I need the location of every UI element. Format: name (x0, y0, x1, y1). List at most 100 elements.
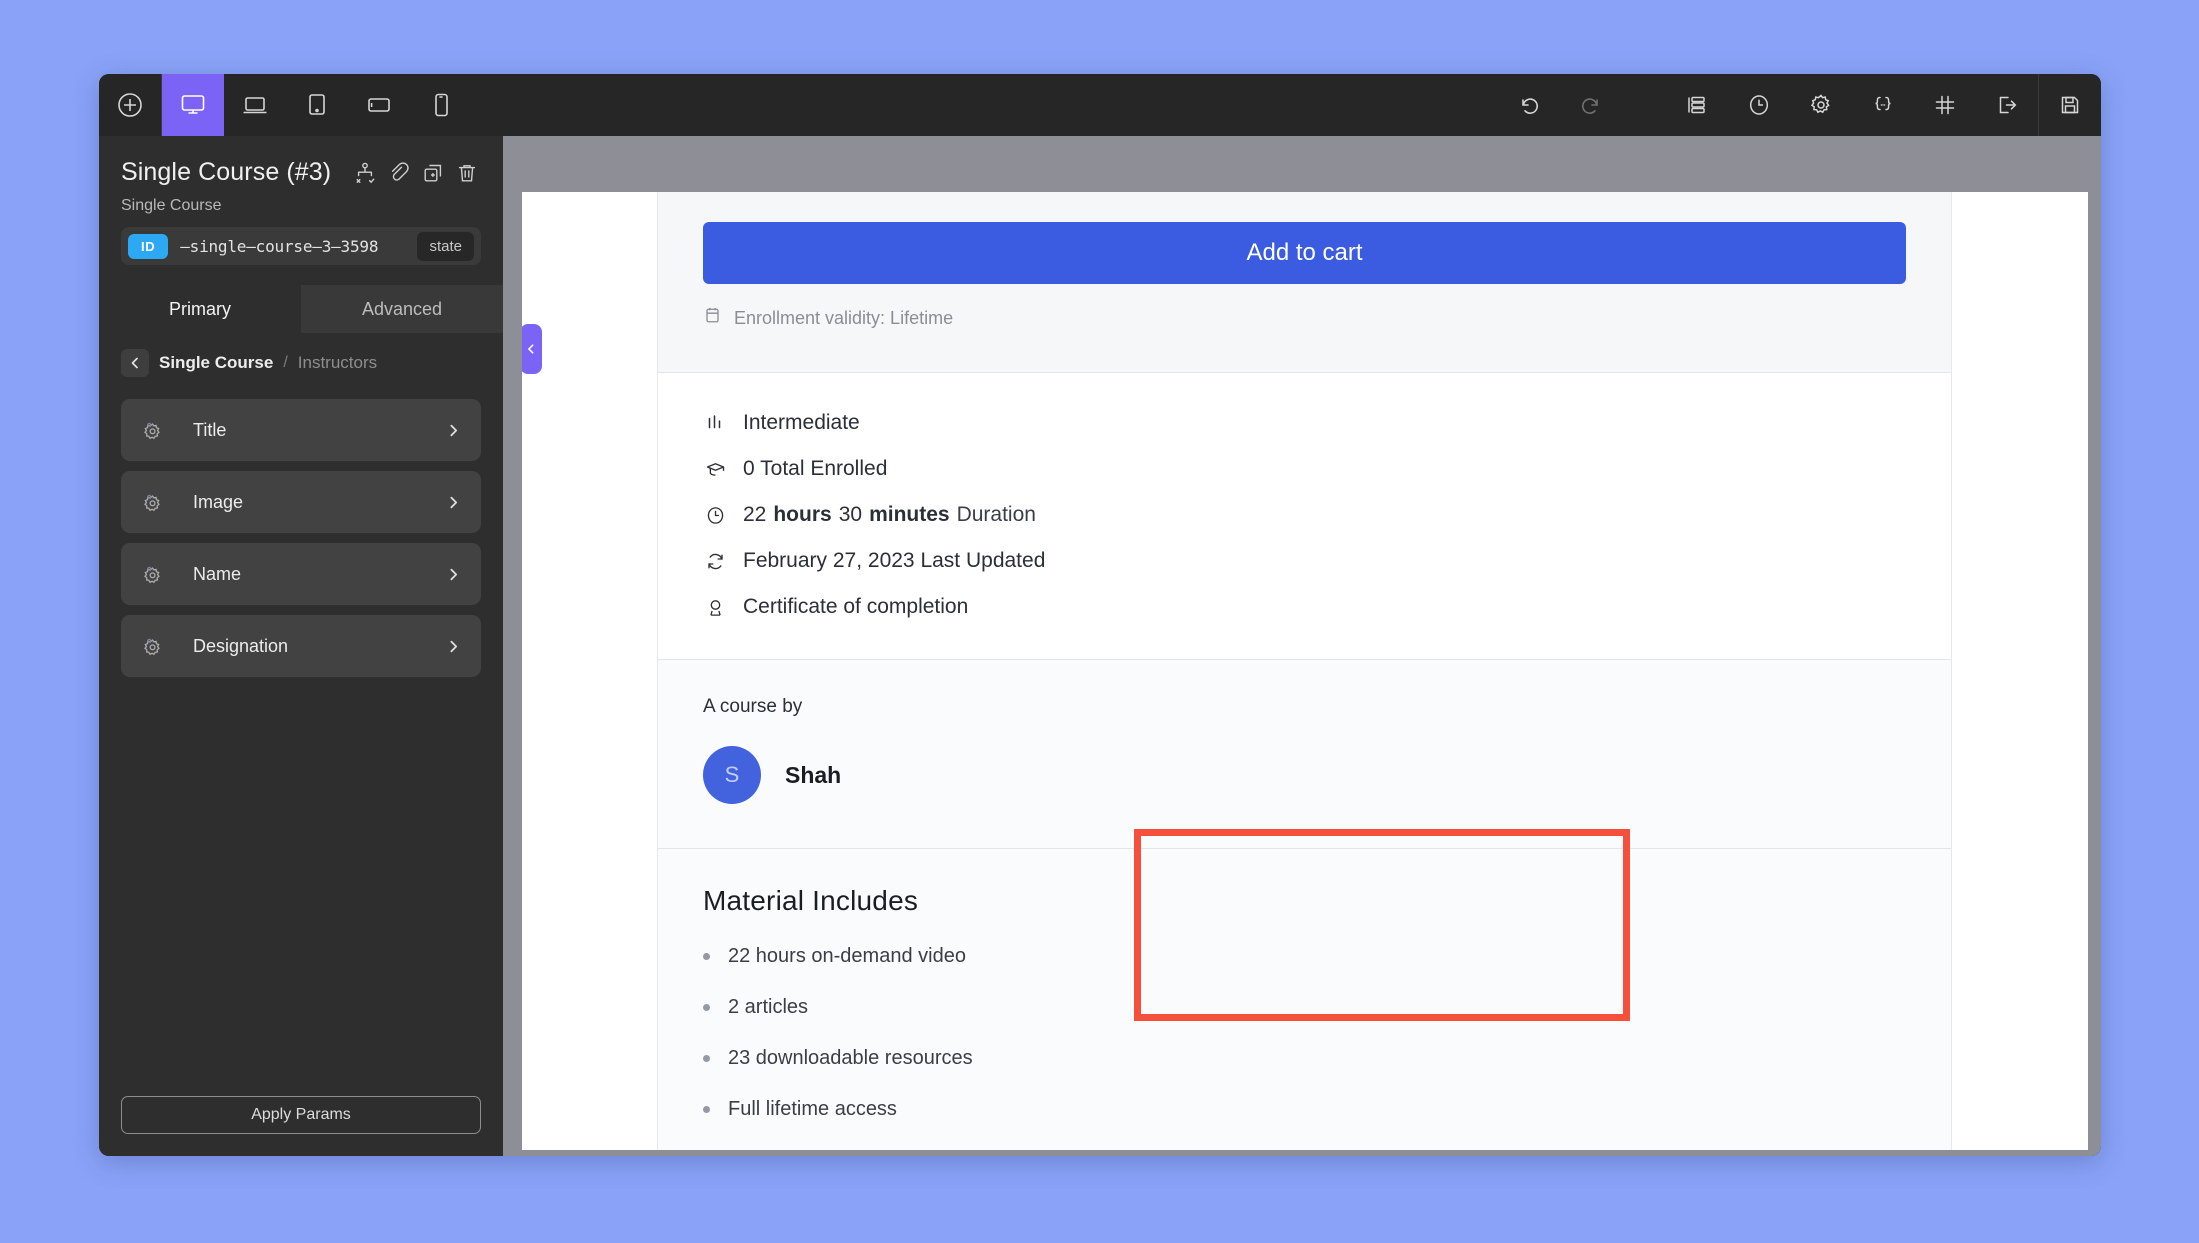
enrollment-validity-row: Enrollment validity: Lifetime (703, 306, 1906, 330)
course-by-label: A course by (703, 696, 803, 717)
element-id-value[interactable]: –single–course–3–3598 (180, 237, 378, 256)
viewport-tablet-landscape[interactable] (348, 74, 410, 136)
add-to-cart-button[interactable]: Add to cart (703, 222, 1906, 284)
panel-item-image[interactable]: Image (121, 471, 481, 533)
laptop-icon (241, 91, 269, 119)
chevron-right-icon (446, 567, 461, 582)
mobile-icon (427, 91, 455, 119)
list-item: 22 hours on-demand video (703, 945, 1906, 968)
panel-item-list: Title Image Name Designation (99, 377, 503, 677)
panel-collapse-handle[interactable] (522, 324, 542, 374)
meta-text-duration: 22 hours 30 minutes Duration (743, 503, 1036, 527)
apply-params-button[interactable]: Apply Params (121, 1096, 481, 1134)
app-window: Single Course (#3) Single Course ID –sin… (99, 74, 2101, 1156)
breadcrumb-separator: / (283, 354, 288, 371)
left-properties-panel: Single Course (#3) Single Course ID –sin… (99, 136, 503, 1156)
breadcrumb-next[interactable]: Instructors (298, 353, 377, 373)
gear-icon (141, 419, 175, 441)
material-item-text: Full lifetime access (728, 1098, 897, 1120)
curly-braces-icon (1870, 92, 1896, 118)
clock-icon (703, 505, 727, 526)
tab-advanced[interactable]: Advanced (301, 285, 503, 333)
duration-hours-value: 22 (743, 503, 767, 526)
breadcrumb-current[interactable]: Single Course (159, 353, 273, 373)
layers-button[interactable] (1666, 74, 1728, 136)
panel-item-label: Title (193, 419, 227, 440)
viewport-laptop[interactable] (224, 74, 286, 136)
canvas-frame: Add to cart Enrollment validity: Lifetim… (503, 136, 2101, 1156)
material-includes-list: 22 hours on-demand video 2 articles 23 d… (703, 945, 1906, 1121)
meta-text-updated: February 27, 2023 Last Updated (743, 549, 1046, 572)
bullet-icon (703, 953, 710, 960)
clock-icon (1746, 92, 1772, 118)
state-chip[interactable]: state (417, 231, 474, 261)
meta-row-duration: 22 hours 30 minutes Duration (703, 503, 1906, 527)
tab-primary[interactable]: Primary (99, 285, 301, 333)
toolbar-gap (1622, 74, 1666, 136)
list-item: 2 articles (703, 996, 1906, 1019)
purchase-card: Add to cart Enrollment validity: Lifetim… (658, 192, 1951, 373)
meta-text-level: Intermediate (743, 411, 860, 434)
apply-params-wrapper: Apply Params (99, 1096, 503, 1156)
redo-button[interactable] (1560, 74, 1622, 136)
panel-header: Single Course (#3) Single Course ID –sin… (99, 136, 503, 265)
undo-button[interactable] (1498, 74, 1560, 136)
id-badge: ID (128, 233, 169, 259)
duration-minutes-value: 30 (838, 503, 863, 526)
panel-title-row: Single Course (#3) (121, 158, 481, 187)
gear-icon (141, 635, 175, 657)
meta-text-enrolled: 0 Total Enrolled (743, 457, 888, 480)
panel-header-actions (353, 161, 481, 185)
bullet-icon (703, 1106, 710, 1113)
tablet-portrait-icon (303, 91, 331, 119)
viewport-desktop[interactable] (162, 74, 224, 136)
instructor-card: A course by S Shah (658, 660, 1951, 849)
course-sidebar-column: Add to cart Enrollment validity: Lifetim… (657, 192, 1952, 1150)
trash-icon[interactable] (455, 161, 479, 185)
panel-item-label: Image (193, 491, 244, 512)
meta-row-enrolled: 0 Total Enrolled (703, 457, 1906, 481)
rendered-page: Add to cart Enrollment validity: Lifetim… (522, 192, 2088, 1150)
element-id-bar: ID –single–course–3–3598 state (121, 227, 481, 265)
calendar-icon (703, 306, 722, 330)
chevron-right-icon (446, 423, 461, 438)
viewport-tablet-portrait[interactable] (286, 74, 348, 136)
panel-item-name[interactable]: Name (121, 543, 481, 605)
exit-button[interactable] (1976, 74, 2038, 136)
meta-row-level: Intermediate (703, 411, 1906, 435)
panel-item-designation[interactable]: Designation (121, 615, 481, 677)
instructor-row[interactable]: S Shah (703, 746, 1906, 804)
save-button[interactable] (2039, 74, 2101, 136)
page-title: Single Course (#3) (121, 158, 332, 186)
meta-row-updated: February 27, 2023 Last Updated (703, 549, 1906, 573)
list-item: 23 downloadable resources (703, 1047, 1906, 1070)
panel-item-title[interactable]: Title (121, 399, 481, 461)
level-bars-icon (703, 413, 727, 433)
panel-item-label: Designation (193, 635, 289, 656)
canvas-viewport: Add to cart Enrollment validity: Lifetim… (522, 192, 2088, 1150)
gear-icon (141, 491, 175, 513)
breadcrumb-back-button[interactable] (121, 349, 149, 377)
link-icon[interactable] (387, 161, 411, 185)
material-includes-card: Material Includes 22 hours on-demand vid… (658, 849, 1951, 1150)
bullet-icon (703, 1004, 710, 1011)
settings-button[interactable] (1790, 74, 1852, 136)
history-button[interactable] (1728, 74, 1790, 136)
condition-icon[interactable] (353, 161, 377, 185)
duplicate-icon[interactable] (421, 161, 445, 185)
toolbar-right-group (1498, 74, 2101, 136)
hash-grid-icon (1932, 92, 1958, 118)
add-button[interactable] (99, 74, 161, 136)
grid-button[interactable] (1914, 74, 1976, 136)
export-icon (1994, 92, 2020, 118)
material-includes-title: Material Includes (703, 885, 919, 916)
tablet-landscape-icon (365, 91, 393, 119)
code-button[interactable] (1852, 74, 1914, 136)
meta-row-certificate: Certificate of completion (703, 595, 1906, 619)
material-item-text: 22 hours on-demand video (728, 945, 966, 967)
duration-minutes-unit: minutes (869, 503, 950, 526)
material-item-text: 2 articles (728, 996, 809, 1018)
viewport-mobile[interactable] (410, 74, 472, 136)
top-toolbar (99, 74, 2101, 136)
